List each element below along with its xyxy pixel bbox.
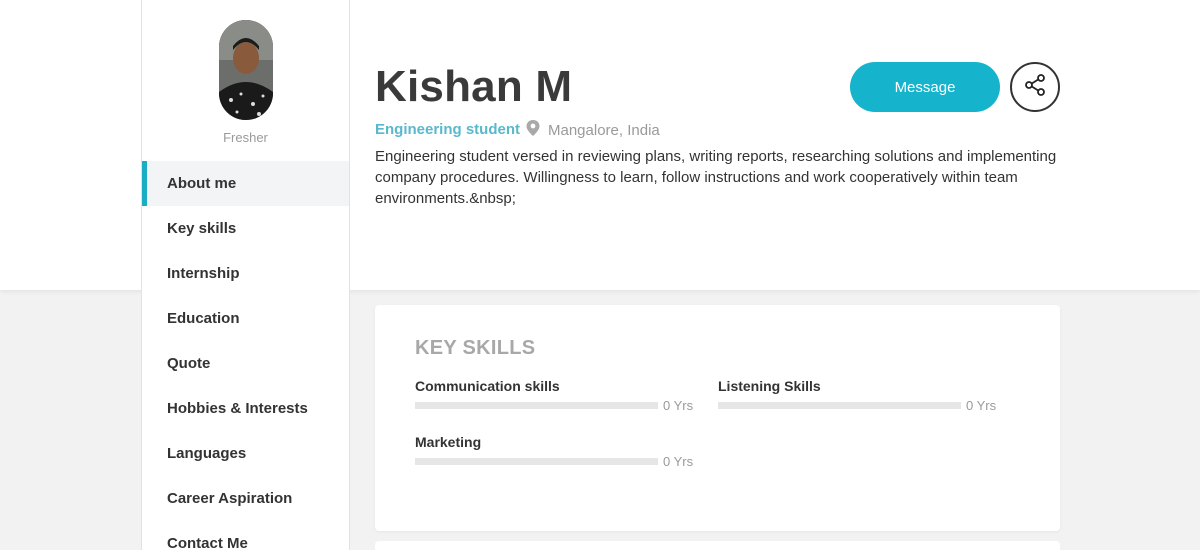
sidebar-item-about-me[interactable]: About me bbox=[142, 161, 349, 206]
next-section-card bbox=[375, 541, 1060, 550]
message-button[interactable]: Message bbox=[850, 62, 1000, 112]
skill-progress-bar bbox=[718, 402, 961, 409]
share-button[interactable] bbox=[1010, 62, 1060, 112]
profile-name: Kishan M bbox=[375, 62, 573, 111]
skill-item: Listening Skills 0 Yrs bbox=[718, 378, 998, 413]
sidebar-item-hobbies[interactable]: Hobbies & Interests bbox=[142, 386, 349, 431]
profile-role: Engineering student bbox=[375, 121, 521, 138]
sidebar-item-education[interactable]: Education bbox=[142, 296, 349, 341]
skill-years: 0 Yrs bbox=[663, 454, 694, 469]
skill-item: Communication skills 0 Yrs bbox=[415, 378, 695, 413]
sidebar-item-contact-me[interactable]: Contact Me bbox=[142, 521, 349, 550]
skill-years: 0 Yrs bbox=[966, 398, 997, 413]
profile-location: Mangalore, India bbox=[526, 120, 660, 140]
sidebar-item-languages[interactable]: Languages bbox=[142, 431, 349, 476]
location-text: Mangalore, India bbox=[548, 121, 660, 139]
sidebar-item-internship[interactable]: Internship bbox=[142, 251, 349, 296]
experience-status: Fresher bbox=[223, 130, 268, 145]
skill-progress-bar bbox=[415, 402, 658, 409]
profile-bio: Engineering student versed in reviewing … bbox=[375, 148, 1057, 207]
skill-progress-bar bbox=[415, 458, 658, 465]
key-skills-title: KEY SKILLS bbox=[415, 337, 536, 359]
sidebar-nav: About me Key skills Internship Education… bbox=[142, 161, 349, 550]
skill-item: Marketing 0 Yrs bbox=[415, 434, 695, 469]
sidebar-item-key-skills[interactable]: Key skills bbox=[142, 206, 349, 251]
skill-name: Listening Skills bbox=[718, 378, 821, 394]
sidebar: Fresher About me Key skills Internship E… bbox=[141, 0, 350, 550]
key-skills-card: KEY SKILLS Communication skills 0 Yrs Li… bbox=[375, 305, 1060, 531]
sidebar-item-career-aspiration[interactable]: Career Aspiration bbox=[142, 476, 349, 521]
location-pin-icon bbox=[526, 120, 540, 140]
sidebar-item-quote[interactable]: Quote bbox=[142, 341, 349, 386]
share-icon bbox=[1023, 73, 1047, 102]
avatar bbox=[219, 20, 273, 120]
skill-name: Communication skills bbox=[415, 378, 560, 394]
skill-name: Marketing bbox=[415, 434, 482, 450]
skill-years: 0 Yrs bbox=[663, 398, 694, 413]
